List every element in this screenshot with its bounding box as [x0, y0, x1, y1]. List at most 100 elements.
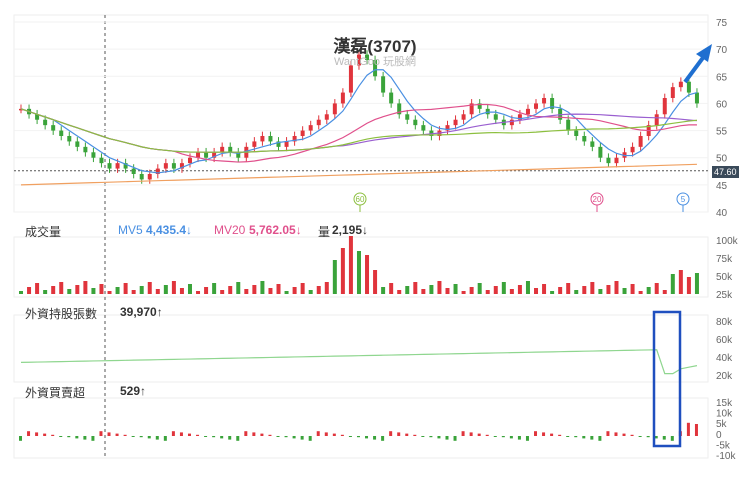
- volume-bar: [99, 284, 104, 294]
- trend-arrow: [683, 53, 707, 84]
- foreign-net-bar: [574, 436, 578, 438]
- candle-body: [654, 114, 659, 126]
- candle-body: [139, 174, 144, 180]
- foreign-net-bar: [365, 436, 369, 439]
- foreign-net-bar: [646, 436, 650, 438]
- candle-body: [542, 98, 547, 104]
- volume-bar: [662, 290, 667, 294]
- volume-bar: [139, 286, 144, 294]
- panel-frame: [13, 314, 709, 383]
- volume-bar: [308, 290, 313, 294]
- volume-bar: [212, 283, 217, 294]
- volume-bar: [485, 290, 490, 294]
- foreign-net-bar: [477, 433, 481, 436]
- volume-bar: [694, 273, 699, 294]
- foreign-net-bar: [630, 434, 634, 436]
- price-tick-label: 60: [716, 99, 728, 110]
- volume-bar: [356, 251, 361, 294]
- volume-bar: [566, 283, 571, 294]
- foreign-net-bar: [204, 436, 208, 437]
- candle-body: [614, 157, 619, 164]
- volume-bar: [147, 282, 152, 294]
- candle-body: [220, 146, 225, 153]
- candle-body: [131, 168, 136, 174]
- candle-body: [534, 103, 539, 109]
- mv20-label: MV20: [214, 223, 246, 237]
- volume-bar: [332, 260, 337, 294]
- volume-bar: [638, 291, 643, 294]
- candle-body: [284, 141, 289, 147]
- foreign-net-bar: [421, 436, 425, 437]
- volume-bar: [316, 286, 321, 294]
- foreign-net-bar: [27, 431, 31, 436]
- volume-bar: [171, 281, 176, 294]
- volume-bar: [51, 286, 56, 294]
- candle-body: [300, 130, 305, 136]
- foreign-hold-tick-label: 80k: [716, 317, 733, 328]
- candle-body: [405, 114, 410, 120]
- candle-body: [638, 136, 643, 147]
- candle-body: [590, 141, 595, 147]
- foreign-net-bar: [517, 436, 521, 440]
- volume-bar: [582, 286, 587, 294]
- volume-bar: [220, 290, 225, 294]
- foreign-net-bar: [91, 436, 95, 441]
- foreign-net-bar: [606, 431, 610, 436]
- volume-bar: [131, 290, 136, 294]
- volume-bar: [179, 288, 184, 294]
- foreign-net-bar: [252, 432, 256, 436]
- foreign-net-bar: [670, 436, 674, 441]
- ma-badge-label: 5: [681, 195, 686, 204]
- volume-tick-label: 50k: [716, 272, 733, 283]
- volume-bar: [67, 289, 72, 294]
- trend-arrow-head: [696, 44, 712, 62]
- volume-bar: [300, 283, 305, 294]
- volume-bar: [163, 285, 168, 294]
- volume-bar: [43, 290, 48, 294]
- foreign-net-bar: [284, 436, 288, 438]
- foreign-net-bar: [381, 436, 385, 441]
- foreign-net-bar: [324, 432, 328, 436]
- volume-bar: [453, 284, 458, 294]
- foreign-net-bar: [163, 436, 167, 441]
- volume-bar: [686, 277, 691, 294]
- volume-bar: [27, 287, 32, 294]
- volume-bar: [461, 291, 466, 294]
- foreign-net-bar: [123, 434, 127, 436]
- candle-body: [630, 146, 635, 153]
- candle-body: [381, 76, 386, 93]
- volume-bar: [525, 281, 530, 294]
- foreign-net-bar: [694, 424, 698, 436]
- volume-bar: [260, 281, 265, 294]
- volume-bar: [187, 284, 192, 294]
- foreign-net-bar: [389, 431, 393, 436]
- volume-bar: [493, 286, 498, 294]
- candle-body: [421, 125, 426, 131]
- volume-bar: [75, 285, 80, 294]
- candle-body: [204, 152, 209, 158]
- foreign-net-bar: [115, 433, 119, 436]
- candle-body: [389, 92, 394, 104]
- foreign-hold-line: [20, 349, 698, 375]
- volume-bar: [284, 291, 289, 294]
- candle-body: [107, 163, 112, 169]
- candle-body: [694, 92, 699, 104]
- candle-body: [147, 174, 152, 180]
- volume-bar: [413, 282, 418, 294]
- foreign-net-bar: [686, 422, 690, 436]
- volume-bar: [115, 287, 120, 294]
- candle-body: [453, 119, 458, 126]
- ma-badge-label: 20: [593, 195, 602, 204]
- foreign-net-bar: [244, 431, 248, 436]
- volume-bar: [292, 287, 297, 294]
- candle-body: [316, 119, 321, 126]
- foreign-net-bar: [139, 436, 143, 438]
- volume-bar: [236, 282, 241, 294]
- volume-bar: [574, 290, 579, 294]
- volume-bar: [509, 289, 514, 294]
- foreign-net-bar: [35, 432, 39, 436]
- foreign-net-bar: [356, 436, 360, 438]
- volume-bar: [155, 289, 160, 294]
- volume-bar: [340, 248, 345, 294]
- candle-body: [163, 163, 168, 169]
